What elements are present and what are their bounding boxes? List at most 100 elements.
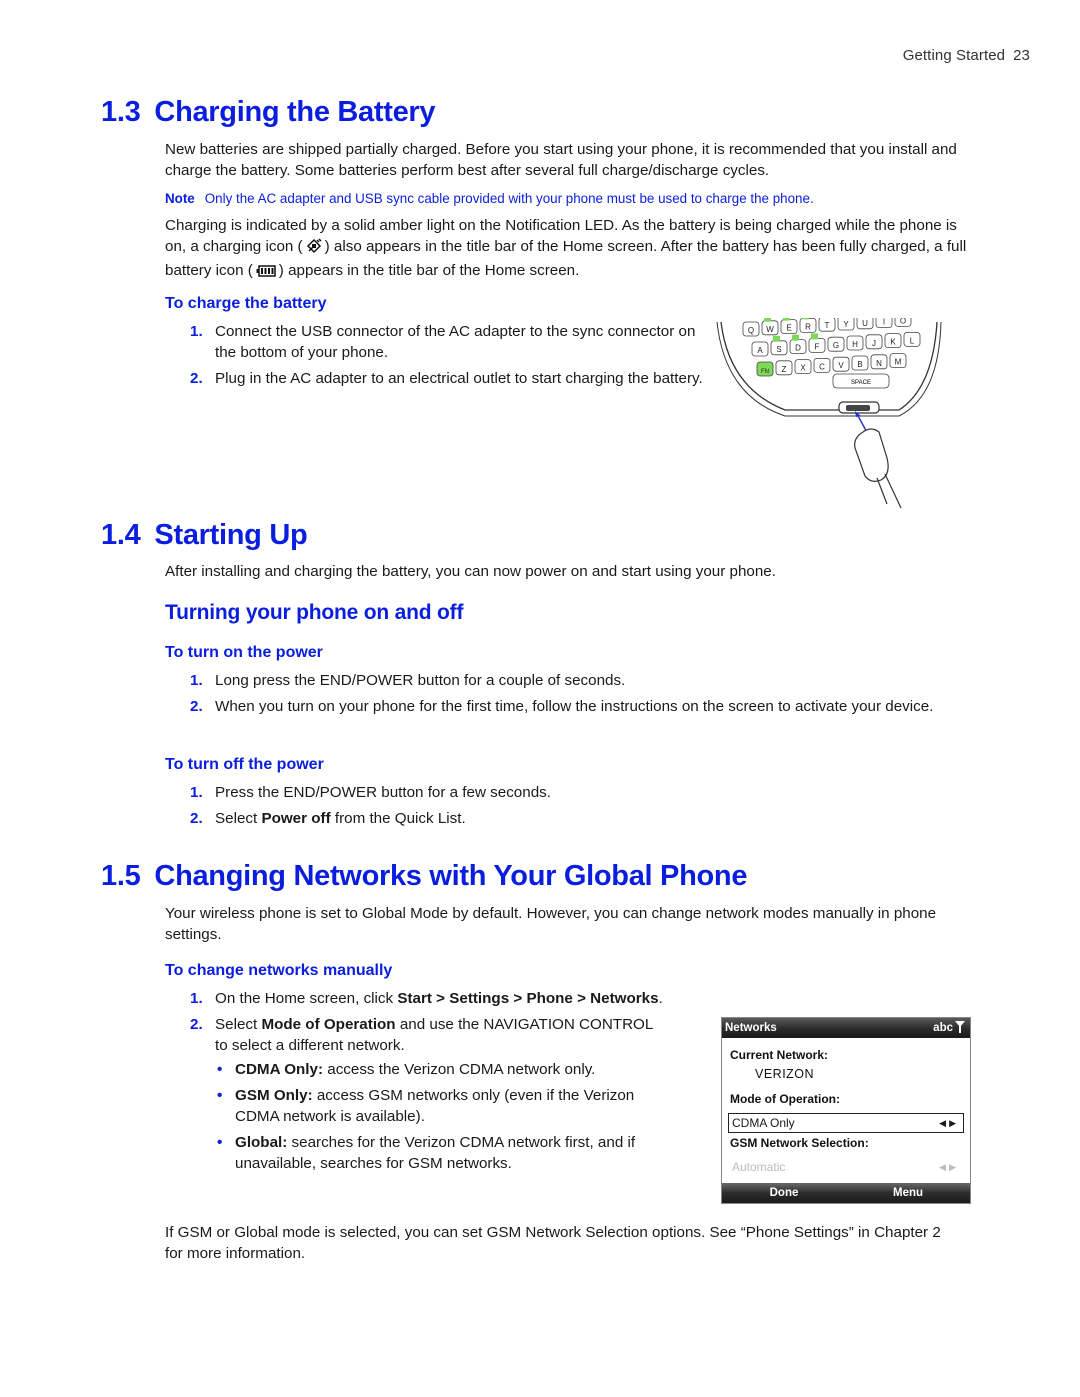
keyboard-key-label: T xyxy=(825,321,830,330)
menu-path: Start > Settings > Phone > Networks xyxy=(397,990,659,1007)
step-text: Select xyxy=(215,1016,262,1033)
keyboard-key-label: N xyxy=(876,359,882,368)
mode-of-operation-label: Mode of Operation: xyxy=(730,1092,840,1106)
step-text: On the Home screen, click xyxy=(215,990,398,1007)
left-right-arrows-icon: ◀▶ xyxy=(939,1118,959,1128)
step-text: from the Quick List. xyxy=(330,810,466,827)
keyboard-key-label: G xyxy=(833,341,839,350)
keyboard-key-label: U xyxy=(862,319,868,328)
softkey-menu[interactable]: Menu xyxy=(846,1187,970,1199)
step-number: 1. xyxy=(190,784,203,801)
mode-options-list: • CDMA Only: access the Verizon CDMA netw… xyxy=(215,1059,665,1174)
keyboard-key-label: S xyxy=(776,345,781,354)
step-number: 1. xyxy=(190,672,203,689)
gsm-network-selection-value: Automatic xyxy=(732,1160,786,1174)
subheading-turning-on-off: Turning your phone on and off xyxy=(165,601,464,624)
keyboard-key-label: A xyxy=(757,346,763,355)
step-text: Plug in the AC adapter to an electrical … xyxy=(215,370,703,387)
step-item: 1. Long press the END/POWER button for a … xyxy=(165,670,965,691)
keyboard-alt-number xyxy=(783,314,790,321)
heading-title: Starting Up xyxy=(154,519,308,551)
turn-off-steps: 1. Press the END/POWER button for a few s… xyxy=(165,782,965,834)
step-text: Long press the END/POWER button for a co… xyxy=(215,672,626,689)
phone-charging-illustration: Q W E R T Y U I O A S D F G H J K L FN Z X C V B N M SPACE xyxy=(715,312,945,513)
heading-title: Charging the Battery xyxy=(154,96,436,128)
procedure-title-change-networks: To change networks manually xyxy=(165,962,393,979)
step-number: 2. xyxy=(190,810,203,827)
body-text-c: ) appears in the title bar of the Home s… xyxy=(278,262,580,279)
heading-number: 1.4 xyxy=(101,519,141,551)
step-text: Connect the USB connector of the AC adap… xyxy=(215,323,696,361)
page-number: 23 xyxy=(1013,47,1030,64)
keyboard-key-label: R xyxy=(805,322,811,331)
step-number: 2. xyxy=(190,370,203,387)
charge-steps: 1. Connect the USB connector of the AC ad… xyxy=(165,321,705,394)
gsm-network-selection-label: GSM Network Selection: xyxy=(730,1136,869,1150)
keyboard-key-label: I xyxy=(883,318,885,327)
heading-number: 1.3 xyxy=(101,96,141,128)
charging-intro: New batteries are shipped partially char… xyxy=(165,141,957,179)
keyboard-alt-number xyxy=(811,333,818,340)
step-number: 2. xyxy=(190,1016,203,1033)
keyboard-key-label: E xyxy=(786,324,791,333)
charging-icon xyxy=(306,238,322,260)
current-network-value: VERIZON xyxy=(755,1067,815,1081)
bullet-term: CDMA Only: xyxy=(235,1061,324,1078)
keyboard-key-label: O xyxy=(900,318,906,325)
turn-on-steps: 1. Long press the END/POWER button for a … xyxy=(165,670,965,722)
input-mode-indicator: abc xyxy=(933,1022,953,1034)
running-head: Getting Started 23 xyxy=(903,47,1030,64)
keyboard-alt-number xyxy=(802,313,809,320)
charging-indicator-text: Charging is indicated by a solid amber l… xyxy=(165,215,977,284)
keyboard-key-label: B xyxy=(857,360,862,369)
keyboard-key-label: C xyxy=(819,362,825,371)
keyboard-key-label: J xyxy=(872,339,876,348)
softkey-done[interactable]: Done xyxy=(722,1187,846,1199)
step-item: 2. Select Mode of Operation and use the N… xyxy=(165,1014,725,1174)
step-number: 1. xyxy=(190,990,203,1007)
heading-1-4: 1.4 Starting Up xyxy=(101,519,308,552)
step-item: 1. On the Home screen, click Start > Sett… xyxy=(165,988,965,1009)
keyboard-key-label: M xyxy=(895,358,902,367)
current-network-label: Current Network: xyxy=(730,1048,829,1062)
heading-title: Changing Networks with Your Global Phone xyxy=(154,860,748,892)
bullet-icon: • xyxy=(217,1087,223,1104)
keyboard-alt-number xyxy=(773,335,780,342)
keyboard-key-label: W xyxy=(766,325,774,334)
bullet-text: searches for the Verizon CDMA network fi… xyxy=(235,1134,636,1172)
step-text: . xyxy=(658,990,663,1007)
step-text-bold: Power off xyxy=(261,810,331,827)
networks-screenshot: Networks abc Current Network: VERIZON Mo… xyxy=(721,1017,971,1204)
left-right-arrows-icon: ◀▶ xyxy=(939,1162,959,1172)
keyboard-key-label: D xyxy=(795,344,801,353)
bullet-item: • GSM Only: access GSM networks only (eve… xyxy=(215,1085,665,1127)
keyboard-alt-number xyxy=(764,315,771,322)
step-text-bold: Mode of Operation xyxy=(261,1016,396,1033)
gsm-network-selection-spinner[interactable]: Automatic ◀▶ xyxy=(728,1157,964,1177)
bullet-icon: • xyxy=(217,1061,223,1078)
procedure-title-turn-on: To turn on the power xyxy=(165,644,323,661)
bullet-term: GSM Only: xyxy=(235,1087,313,1104)
space-key-label: SPACE xyxy=(851,380,871,386)
change-network-steps: 1. On the Home screen, click Start > Sett… xyxy=(165,988,725,1179)
keyboard-key-label: Y xyxy=(843,320,849,329)
networks-outro: If GSM or Global mode is selected, you c… xyxy=(165,1224,941,1262)
step-item: 2. When you turn on your phone for the fi… xyxy=(165,696,965,717)
bullet-item: • CDMA Only: access the Verizon CDMA netw… xyxy=(215,1059,665,1080)
mode-of-operation-value: CDMA Only xyxy=(732,1116,795,1130)
full-battery-icon xyxy=(256,263,276,284)
softkey-bar: Done Menu xyxy=(722,1183,970,1203)
bullet-text: access the Verizon CDMA network only. xyxy=(323,1061,596,1078)
step-item: 2. Plug in the AC adapter to an electrica… xyxy=(165,368,705,389)
heading-1-3: 1.3 Charging the Battery xyxy=(101,96,436,129)
keyboard-key-label: FN xyxy=(761,369,769,375)
keyboard-key-label: H xyxy=(852,340,858,349)
bullet-icon: • xyxy=(217,1134,223,1151)
mode-of-operation-spinner[interactable]: CDMA Only ◀▶ xyxy=(728,1113,964,1133)
starting-up-intro: After installing and charging the batter… xyxy=(165,563,776,580)
keyboard-key-label: L xyxy=(910,336,915,345)
procedure-title-charge: To charge the battery xyxy=(165,295,327,312)
bullet-term: Global: xyxy=(235,1134,288,1151)
bullet-item: • Global: searches for the Verizon CDMA n… xyxy=(215,1132,665,1174)
keyboard-key-label: K xyxy=(890,338,896,347)
